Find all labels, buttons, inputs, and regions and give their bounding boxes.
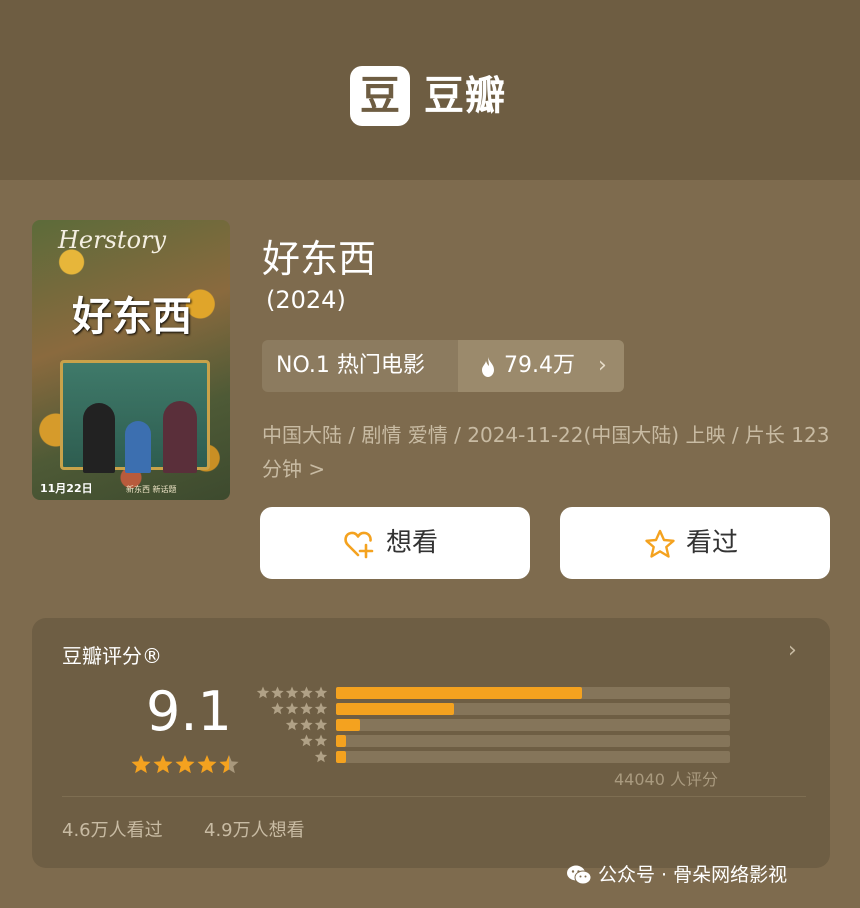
want-to-watch-button[interactable]: 想看 <box>260 507 530 579</box>
movie-year: (2024) <box>266 286 346 314</box>
small-star-icon <box>314 718 328 731</box>
vote-count: 44040 人评分 <box>614 770 718 789</box>
small-star-icon <box>314 734 328 747</box>
small-star-icon <box>314 686 328 699</box>
distribution-fill <box>336 735 346 747</box>
chevron-right-icon: › <box>598 353 607 378</box>
distribution-fill <box>336 703 455 715</box>
poster-title: 好东西 <box>72 294 192 340</box>
small-star-icon <box>314 750 328 763</box>
heart-plus-icon <box>344 531 374 559</box>
distribution-stars-1 <box>314 750 328 763</box>
rating-stars <box>131 755 239 774</box>
chevron-right-icon: > <box>308 457 326 481</box>
distribution-stars-4 <box>271 702 328 715</box>
distribution-fill <box>336 751 346 763</box>
small-star-icon <box>285 718 299 731</box>
small-star-icon <box>314 702 328 715</box>
distribution-fill <box>336 687 583 699</box>
poster-scene-image <box>60 360 210 473</box>
small-star-icon <box>256 686 270 699</box>
star-icon <box>153 755 173 774</box>
star-icon <box>175 755 195 774</box>
movie-meta-text: 中国大陆 / 剧情 爱情 / 2024-11-22(中国大陆) 上映 / 片长 … <box>262 423 830 481</box>
small-star-icon <box>285 702 299 715</box>
poster-figure <box>125 421 151 473</box>
ranking-badge[interactable]: NO.1 热门电影 79.4万 › <box>262 340 624 392</box>
poster-figure <box>163 401 197 473</box>
watermark-text: 公众号 · 骨朵网络影视 <box>598 864 788 886</box>
movie-poster[interactable]: Herstory 好东西 11月22日 新东西 新话题 <box>32 220 230 500</box>
chevron-right-icon[interactable]: › <box>788 638 797 663</box>
distribution-bar-3 <box>336 719 730 731</box>
watched-count: 4.6万人看过 <box>62 820 163 841</box>
small-star-icon <box>271 702 284 715</box>
distribution-stars-3 <box>285 718 328 731</box>
distribution-bar-2 <box>336 735 730 747</box>
small-star-icon <box>300 686 313 699</box>
rating-score: 9.1 <box>146 680 232 743</box>
heat-section[interactable]: 79.4万 › <box>458 340 624 392</box>
app-header: 豆 豆瓣 <box>0 0 860 180</box>
poster-figure <box>83 403 115 473</box>
small-star-icon <box>300 734 313 747</box>
rating-title: 豆瓣评分® <box>62 644 162 668</box>
divider <box>62 796 806 797</box>
logo-text: 豆瓣 <box>424 73 506 119</box>
douban-logo-icon: 豆 <box>350 66 410 126</box>
poster-date: 11月22日 <box>40 482 93 495</box>
fire-icon <box>482 357 494 377</box>
star-outline-icon <box>645 529 675 558</box>
poster-tagline: 新东西 新话题 <box>126 485 177 494</box>
small-star-icon <box>285 686 299 699</box>
star-icon <box>197 755 217 774</box>
distribution-fill <box>336 719 360 731</box>
rating-card[interactable]: 豆瓣评分® › 9.1 44040 人评分 4.6万人看过 4.9万人想看 <box>32 618 830 868</box>
poster-script-title: Herstory <box>58 226 167 254</box>
movie-meta[interactable]: 中国大陆 / 剧情 爱情 / 2024-11-22(中国大陆) 上映 / 片长 … <box>262 418 832 486</box>
star-icon <box>131 755 151 774</box>
watched-button[interactable]: 看过 <box>560 507 830 579</box>
want-label: 想看 <box>386 528 439 558</box>
rank-label: NO.1 热门电影 <box>276 353 425 378</box>
distribution-bar-5 <box>336 687 730 699</box>
distribution-bar-4 <box>336 703 730 715</box>
seen-label: 看过 <box>686 528 739 558</box>
logo-glyph: 豆 <box>360 73 400 119</box>
wechat-icon <box>567 865 592 885</box>
small-star-icon <box>300 718 313 731</box>
small-star-icon <box>300 702 313 715</box>
wish-count: 4.9万人想看 <box>204 820 305 841</box>
heat-value: 79.4万 <box>504 353 575 378</box>
star-icon <box>219 755 239 774</box>
distribution-bar-1 <box>336 751 730 763</box>
distribution-stars-2 <box>300 734 328 747</box>
small-star-icon <box>271 686 284 699</box>
distribution-stars-5 <box>256 686 328 699</box>
movie-title: 好东西 <box>262 237 377 281</box>
